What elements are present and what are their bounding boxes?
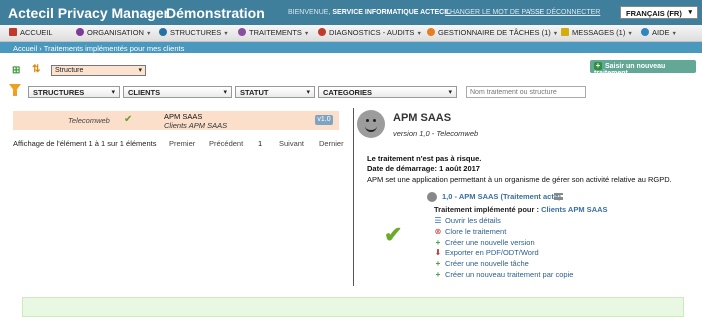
gear-icon [427, 28, 435, 36]
traitements-icon [238, 28, 246, 36]
check-icon: ✔ [124, 114, 133, 125]
current-user: SERVICE INFORMATIQUE ACTECIL [332, 9, 451, 16]
chevron-down-icon: ▾ [223, 89, 227, 96]
filter-statut[interactable]: STATUT ▾ [235, 86, 315, 98]
detail-description: APM set une application permettant à un … [367, 175, 672, 184]
status-face-icon [427, 192, 437, 202]
pdf-icon: ⬇ [434, 248, 442, 257]
welcome-text: BIENVENUE, SERVICE INFORMATIQUE ACTECIL [288, 9, 451, 16]
language-select[interactable]: FRANÇAIS (FR) ▾ [620, 6, 698, 19]
info-icon [641, 28, 649, 36]
close-traitement-link[interactable]: ⊗ Clore le traitement [434, 227, 507, 236]
search-input[interactable] [466, 86, 586, 98]
open-details-link[interactable]: ☰ Ouvrir les détails [434, 216, 500, 225]
implementation-title-link[interactable]: 1,0 - APM SAAS (Traitement actif) [442, 192, 561, 201]
pagination-current-page[interactable]: 1 [258, 139, 262, 148]
pagination-info: Affichage de l'élément 1 à 1 sur 1 éléme… [13, 139, 157, 148]
list-icon: ☰ [434, 216, 442, 225]
sort-icon[interactable]: ⇅ [32, 65, 40, 75]
info-message-box [22, 297, 684, 317]
home-icon [9, 28, 17, 36]
breadcrumb-separator: › [39, 44, 42, 53]
risk-status: Le traitement n'est pas à risque. [367, 154, 482, 163]
menu-item-accueil[interactable]: ACCUEIL [9, 28, 53, 37]
detail-title: APM SAAS [393, 112, 452, 124]
row-organisation: Telecomweb [68, 116, 110, 125]
structures-icon [159, 28, 167, 36]
filter-structures[interactable]: STRUCTURES ▾ [28, 86, 120, 98]
menu-icon[interactable] [554, 193, 563, 200]
close-circle-icon: ⊗ [434, 227, 442, 236]
version-badge: v1.0 [315, 115, 333, 125]
menu-item-diagnostics[interactable]: DIAGNOSTICS - AUDITS ▼ [318, 28, 422, 37]
chevron-down-icon: ▾ [138, 67, 142, 74]
copy-traitement-link[interactable]: + Créer un nouveau traitement par copie [434, 270, 574, 279]
main-menu: ACCUEIL ORGANISATION ▼ STRUCTURES ▼ TRAITE… [0, 25, 702, 42]
new-traitement-button[interactable]: + Saisir un nouveau traitement [590, 60, 696, 77]
add-document-icon[interactable]: ⊞ [12, 66, 20, 76]
filter-categories[interactable]: CATEGORIES ▾ [318, 86, 457, 98]
detail-version: version 1,0 - Telecomweb [393, 129, 479, 138]
filter-clients[interactable]: CLIENTS ▾ [123, 86, 232, 98]
chevron-down-icon: ▾ [688, 9, 692, 16]
row-client: Clients APM SAAS [164, 121, 228, 130]
new-task-link[interactable]: + Créer une nouvelle tâche [434, 259, 529, 268]
menu-item-messages[interactable]: MESSAGES (1) ▼ [561, 28, 633, 37]
menu-item-aide[interactable]: AIDE ▼ [641, 28, 677, 37]
app-title: Actecil Privacy Manager [8, 5, 170, 21]
breadcrumb-home-link[interactable]: Accueil [13, 44, 37, 53]
breadcrumb: Accueil › Traitements implémentés pour m… [0, 42, 702, 53]
pagination-previous[interactable]: Précédent [209, 139, 243, 148]
envelope-icon [561, 28, 569, 36]
implemented-for: Traitement implémenté pour : Clients APM… [434, 205, 608, 214]
link-separator: / [529, 9, 531, 16]
row-traitement-name: APM SAAS [164, 112, 203, 121]
export-link[interactable]: ⬇ Exporter en PDF/ODT/Word [434, 248, 539, 257]
group-by-select[interactable]: Structure ▾ [51, 65, 146, 76]
logout-link[interactable]: SE DÉCONNECTER [535, 9, 600, 16]
chevron-down-icon: ▾ [306, 89, 310, 96]
environment-name: Démonstration [166, 5, 265, 21]
implemented-for-client-link[interactable]: Clients APM SAAS [541, 205, 607, 214]
smiley-face-icon [357, 110, 385, 138]
diagnostics-icon [318, 28, 326, 36]
start-date: Date de démarrage: 1 août 2017 [367, 164, 480, 173]
breadcrumb-current: Traitements implémentés pour mes clients [43, 44, 185, 53]
organisation-icon [76, 28, 84, 36]
plus-icon: + [435, 259, 441, 268]
pagination-last[interactable]: Dernier [319, 139, 344, 148]
plus-icon: + [435, 238, 441, 247]
new-version-link[interactable]: + Créer une nouvelle version [434, 238, 535, 247]
chevron-down-icon: ▾ [111, 89, 115, 96]
menu-item-traitements[interactable]: TRAITEMENTS ▼ [238, 28, 309, 37]
pagination-first[interactable]: Premier [169, 139, 195, 148]
plus-icon: + [594, 61, 602, 70]
table-row[interactable]: Telecomweb ✔ APM SAAS Clients APM SAAS v… [13, 111, 339, 130]
filter-icon [9, 84, 21, 96]
menu-item-gestionnaire-taches[interactable]: GESTIONNAIRE DE TÂCHES (1) ▼ [427, 28, 558, 37]
chevron-down-icon: ▾ [448, 89, 452, 96]
plus-icon: + [435, 270, 441, 279]
pagination-next[interactable]: Suivant [279, 139, 304, 148]
top-header: Actecil Privacy Manager - Démonstration … [0, 0, 702, 25]
menu-item-organisation[interactable]: ORGANISATION ▼ [76, 28, 151, 37]
title-separator: - [147, 5, 152, 21]
panel-divider [353, 108, 354, 286]
menu-item-structures[interactable]: STRUCTURES ▼ [159, 28, 229, 37]
active-check-icon: ✔ [384, 222, 403, 247]
